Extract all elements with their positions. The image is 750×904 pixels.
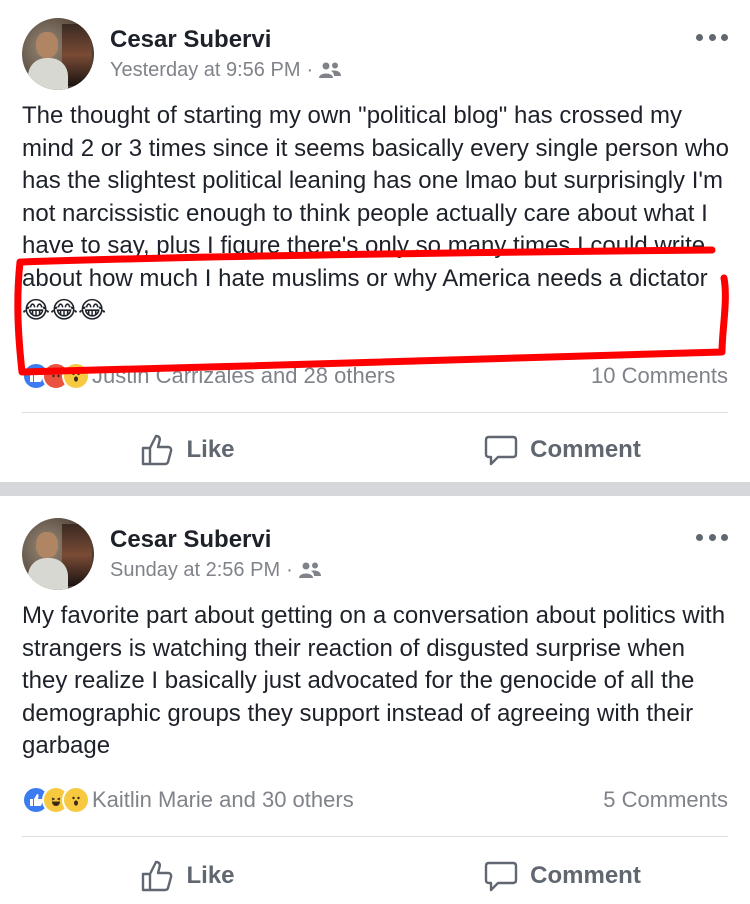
- like-button[interactable]: Like: [0, 846, 375, 904]
- post-header: Cesar Subervi Sunday at 2:56 PM ·: [22, 518, 321, 590]
- reactions-text[interactable]: Justin Carrizales and 28 others: [92, 363, 395, 389]
- post-header: Cesar Subervi Yesterday at 9:56 PM ·: [22, 18, 342, 90]
- action-bar: Like Comment: [0, 420, 750, 480]
- post-timestamp[interactable]: Sunday at 2:56 PM: [110, 558, 280, 582]
- separator-dot: ·: [286, 559, 293, 581]
- post-text: My favorite part about getting on a conv…: [22, 602, 726, 759]
- thumbs-up-icon: [142, 860, 173, 892]
- friends-icon: [319, 62, 342, 78]
- reactions-summary[interactable]: Kaitlin Marie and 30 others 5 Comments: [22, 784, 728, 816]
- action-bar: Like Comment: [0, 846, 750, 904]
- like-label: Like: [186, 436, 235, 463]
- more-options-icon[interactable]: [696, 34, 728, 44]
- post-meta: Cesar Subervi Yesterday at 9:56 PM ·: [110, 26, 342, 82]
- reactions-text[interactable]: Kaitlin Marie and 30 others: [92, 787, 354, 813]
- post-card: Cesar Subervi Sunday at 2:56 PM · My fav…: [0, 496, 750, 904]
- reaction-icons: [22, 362, 90, 390]
- avatar[interactable]: [22, 518, 94, 590]
- comment-label: Comment: [530, 436, 641, 463]
- reaction-icons: [22, 786, 90, 814]
- like-button[interactable]: Like: [0, 420, 375, 480]
- post-subline: Yesterday at 9:56 PM ·: [110, 58, 342, 82]
- separator-dot: ·: [306, 59, 314, 81]
- comment-icon: [484, 861, 518, 892]
- post-card: Cesar Subervi Yesterday at 9:56 PM · The…: [0, 0, 750, 482]
- comment-icon: [484, 435, 518, 466]
- wow-icon: [62, 362, 90, 390]
- thumbs-up-icon: [142, 434, 173, 466]
- post-timestamp[interactable]: Yesterday at 9:56 PM: [110, 58, 301, 82]
- divider: [22, 412, 728, 413]
- wow-icon: [62, 786, 90, 814]
- comment-button[interactable]: Comment: [375, 420, 750, 480]
- comments-count[interactable]: 10 Comments: [591, 363, 728, 389]
- author-name[interactable]: Cesar Subervi: [110, 526, 321, 554]
- like-label: Like: [186, 862, 235, 889]
- post-meta: Cesar Subervi Sunday at 2:56 PM ·: [110, 526, 321, 582]
- post-text: The thought of starting my own "politica…: [22, 102, 729, 324]
- post-subline: Sunday at 2:56 PM ·: [110, 558, 321, 582]
- more-options-icon[interactable]: [696, 534, 728, 544]
- comment-button[interactable]: Comment: [375, 846, 750, 904]
- author-name[interactable]: Cesar Subervi: [110, 26, 341, 54]
- divider: [22, 836, 728, 837]
- feed-separator: [0, 482, 750, 496]
- comment-label: Comment: [530, 862, 641, 889]
- friends-icon: [298, 562, 321, 578]
- avatar[interactable]: [22, 18, 94, 90]
- reactions-summary[interactable]: Justin Carrizales and 28 others 10 Comme…: [22, 360, 728, 392]
- comments-count[interactable]: 5 Comments: [603, 787, 728, 813]
